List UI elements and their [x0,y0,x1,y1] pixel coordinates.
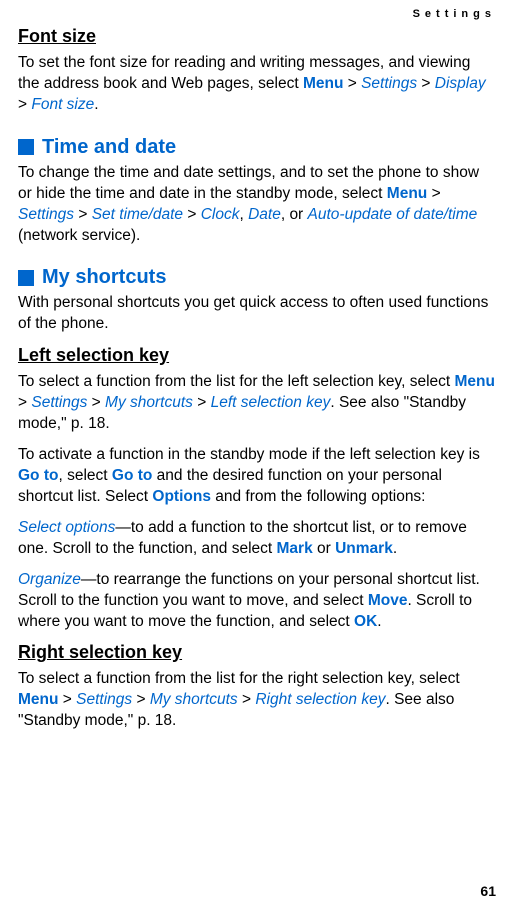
page-number: 61 [480,883,496,899]
paragraph: To select a function from the list for t… [18,372,496,435]
menu-path-item: Set time/date [92,206,183,223]
paragraph: With personal shortcuts you get quick ac… [18,293,496,335]
menu-path-item: Menu [387,185,427,202]
heading-left-selection-key: Left selection key [18,345,496,366]
softkey-label: Go to [18,467,58,484]
menu-path-item: Clock [201,206,240,223]
option-name: Select options [18,519,115,536]
square-bullet-icon [18,139,34,155]
menu-path-item: Settings [76,691,132,708]
menu-path-item: Settings [31,394,87,411]
heading-time-and-date: Time and date [18,136,496,159]
paragraph: Organize—to rearrange the functions on y… [18,570,496,633]
paragraph: Select options—to add a function to the … [18,518,496,560]
menu-path-item: Left selection key [211,394,331,411]
heading-my-shortcuts: My shortcuts [18,266,496,289]
heading-font-size: Font size [18,26,496,47]
menu-path-item: Right selection key [255,691,385,708]
menu-path-item: Display [435,75,486,92]
menu-path-item: Auto-update of date/time [308,206,478,223]
paragraph: To change the time and date settings, an… [18,163,496,247]
menu-path-item: Settings [18,206,74,223]
paragraph: To activate a function in the standby mo… [18,445,496,508]
paragraph: To set the font size for reading and wri… [18,53,496,116]
softkey-label: Go to [112,467,152,484]
menu-path-item: Menu [455,373,495,390]
softkey-label: Unmark [335,540,393,557]
heading-right-selection-key: Right selection key [18,642,496,663]
menu-path-item: Menu [303,75,343,92]
square-bullet-icon [18,270,34,286]
menu-path-item: My shortcuts [150,691,238,708]
menu-path-item: Font size [31,96,94,113]
menu-path-item: Settings [361,75,417,92]
softkey-label: Mark [277,540,313,557]
softkey-label: OK [354,613,377,630]
option-name: Organize [18,571,81,588]
softkey-label: Options [152,488,211,505]
page-header: Settings [18,8,496,20]
paragraph: To select a function from the list for t… [18,669,496,732]
menu-path-item: Menu [18,691,58,708]
softkey-label: Move [368,592,408,609]
menu-path-item: Date [248,206,281,223]
menu-path-item: My shortcuts [105,394,193,411]
